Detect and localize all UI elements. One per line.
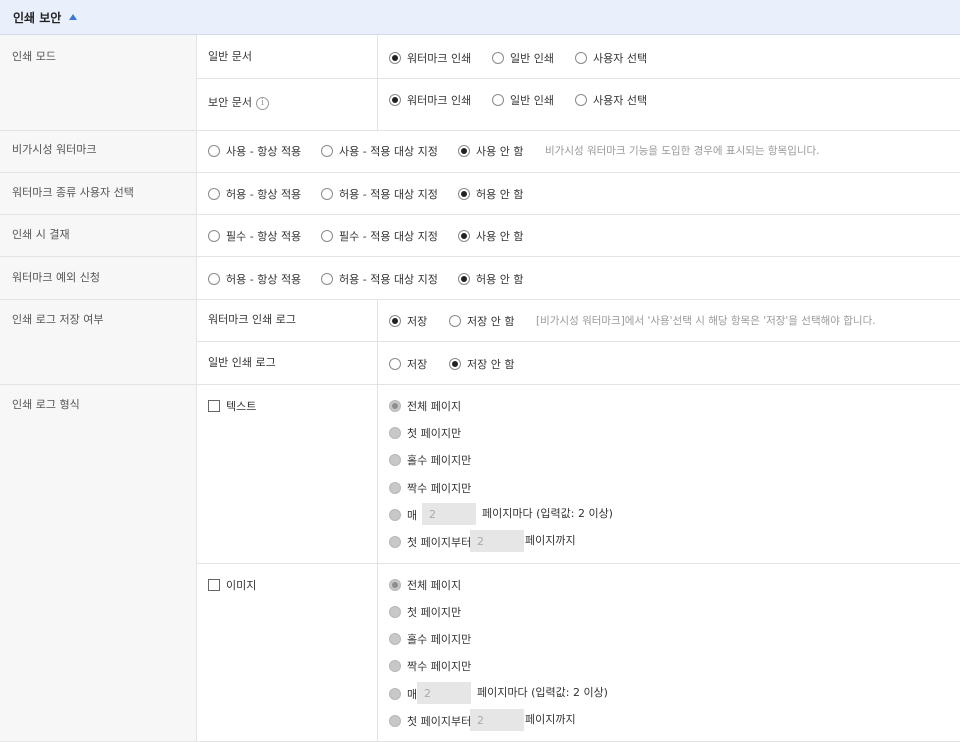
watermark-log-label: 워터마크 인쇄 로그 (208, 313, 296, 326)
print-approval-label: 인쇄 시 결재 (12, 228, 70, 241)
print-mode-label: 인쇄 모드 (12, 50, 56, 63)
secure-doc-label: 보안 문서 i (208, 96, 269, 110)
image-every-input[interactable]: 2 (417, 682, 471, 704)
chevron-up-icon[interactable] (69, 14, 78, 20)
normal-doc-label: 일반 문서 (208, 50, 252, 63)
section-title: 인쇄 보안 (13, 10, 62, 25)
image-from-first-input[interactable]: 2 (470, 709, 524, 731)
secure-user-radio[interactable]: 사용자 선택 (575, 92, 647, 108)
exception-target-radio[interactable]: 허용 - 적용 대상 지정 (321, 271, 438, 287)
watermark-type-label: 워터마크 종류 사용자 선택 (12, 186, 134, 199)
normal-log-label: 일반 인쇄 로그 (208, 356, 276, 369)
text-from-first-radio[interactable]: 첫 페이지부터 (389, 534, 471, 550)
invisible-always-radio[interactable]: 사용 - 항상 적용 (208, 143, 301, 159)
invisible-desc: 비가시성 워터마크 기능을 도입한 경우에 표시되는 항목입니다. (545, 145, 820, 157)
print-log-label: 인쇄 로그 저장 여부 (12, 313, 104, 326)
wmlog-nosave-radio[interactable]: 저장 안 함 (449, 313, 514, 329)
exception-none-radio[interactable]: 허용 안 함 (458, 271, 523, 287)
invisible-watermark-label: 비가시성 워터마크 (12, 143, 97, 156)
text-even-pages-radio[interactable]: 짝수 페이지만 (389, 480, 471, 496)
approval-target-radio[interactable]: 필수 - 적용 대상 지정 (321, 228, 438, 244)
normal-plain-radio[interactable]: 일반 인쇄 (492, 50, 554, 66)
text-every-radio[interactable]: 매 (389, 507, 417, 523)
nlog-save-radio[interactable]: 저장 (389, 356, 427, 372)
exception-always-radio[interactable]: 허용 - 항상 적용 (208, 271, 301, 287)
section-header[interactable]: 인쇄 보안 (0, 0, 960, 35)
image-every-radio[interactable]: 매 (389, 686, 417, 702)
image-odd-pages-radio[interactable]: 홀수 페이지만 (389, 631, 471, 647)
text-every-suffix: 페이지마다 (입력값: 2 이상) (482, 507, 613, 520)
normal-user-radio[interactable]: 사용자 선택 (575, 50, 647, 66)
approval-none-radio[interactable]: 사용 안 함 (458, 228, 523, 244)
image-from-first-radio[interactable]: 첫 페이지부터 (389, 713, 471, 729)
text-every-input[interactable]: 2 (422, 503, 476, 525)
info-icon[interactable]: i (255, 96, 269, 110)
wmlog-desc: [비가시성 워터마크]에서 '사용'선택 시 해당 항목은 '저장'을 선택해야… (536, 315, 876, 327)
log-format-label: 인쇄 로그 형식 (12, 398, 80, 411)
nlog-nosave-radio[interactable]: 저장 안 함 (449, 356, 514, 372)
text-odd-pages-radio[interactable]: 홀수 페이지만 (389, 452, 471, 468)
invisible-target-radio[interactable]: 사용 - 적용 대상 지정 (321, 143, 438, 159)
wmtype-target-radio[interactable]: 허용 - 적용 대상 지정 (321, 186, 438, 202)
secure-watermark-radio[interactable]: 워터마크 인쇄 (389, 92, 471, 108)
approval-always-radio[interactable]: 필수 - 항상 적용 (208, 228, 301, 244)
image-every-suffix: 페이지마다 (입력값: 2 이상) (477, 686, 608, 699)
normal-watermark-radio[interactable]: 워터마크 인쇄 (389, 50, 471, 66)
image-even-pages-radio[interactable]: 짝수 페이지만 (389, 658, 471, 674)
text-from-first-input[interactable]: 2 (470, 530, 524, 552)
image-from-first-suffix: 페이지까지 (525, 713, 576, 726)
wmtype-none-radio[interactable]: 허용 안 함 (458, 186, 523, 202)
text-from-first-suffix: 페이지까지 (525, 534, 576, 547)
label-column (0, 35, 196, 742)
secure-plain-radio[interactable]: 일반 인쇄 (492, 92, 554, 108)
text-format-checkbox[interactable]: 텍스트 (208, 398, 256, 414)
text-all-pages-radio[interactable]: 전체 페이지 (389, 398, 461, 414)
image-format-checkbox[interactable]: 이미지 (208, 577, 256, 593)
invisible-none-radio[interactable]: 사용 안 함 (458, 143, 523, 159)
wmlog-save-radio[interactable]: 저장 (389, 313, 427, 329)
wmtype-always-radio[interactable]: 허용 - 항상 적용 (208, 186, 301, 202)
watermark-exception-label: 워터마크 예외 신청 (12, 271, 100, 284)
text-first-page-radio[interactable]: 첫 페이지만 (389, 425, 461, 441)
image-all-pages-radio[interactable]: 전체 페이지 (389, 577, 461, 593)
image-first-page-radio[interactable]: 첫 페이지만 (389, 604, 461, 620)
